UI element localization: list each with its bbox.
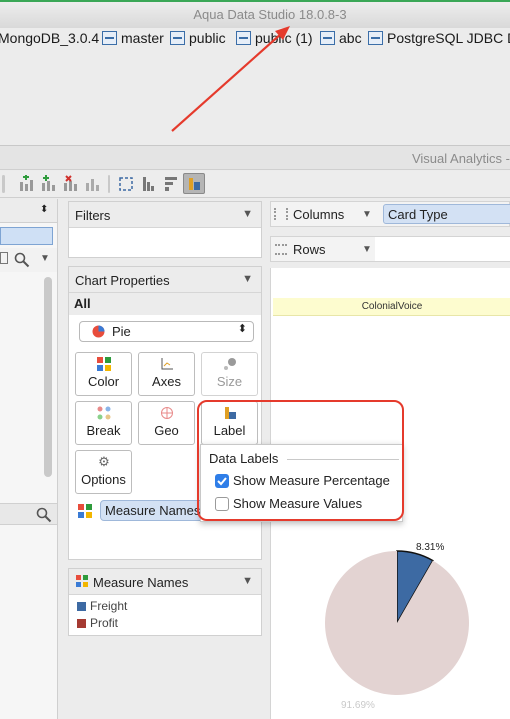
grid-icon[interactable] (0, 252, 8, 264)
slice-label-other: 91.69% (341, 700, 375, 711)
left-panel: ⬍ ▼ (0, 199, 58, 719)
geo-button[interactable]: Geo (138, 401, 195, 445)
left-panel-search-row: ▼ (0, 248, 57, 272)
show-labels-toggle[interactable] (183, 173, 205, 194)
annotation-highlight-box (197, 400, 404, 521)
up-down-icon: ⬍ (237, 323, 247, 335)
chart-properties-title: Chart Properties (75, 273, 170, 288)
legend-header: Measure Names ▼ (69, 569, 261, 595)
options-button[interactable]: ⚙ Options (75, 450, 132, 494)
annotation-arrow (171, 26, 290, 132)
legend-panel: Measure Names ▼ Freight Profit (68, 568, 262, 636)
axes-icon (161, 358, 173, 370)
gear-icon: ⚙ (98, 454, 110, 469)
rows-drop-area[interactable] (375, 237, 510, 261)
filters-title: Filters (75, 208, 111, 223)
chevron-down-icon[interactable]: ▼ (362, 244, 372, 255)
left-panel-selected-field[interactable] (0, 227, 53, 245)
chevron-down-icon[interactable]: ▼ (242, 575, 253, 587)
add-column-icon[interactable] (40, 175, 58, 193)
chevron-down-icon[interactable]: ▼ (362, 209, 372, 220)
toolbar (0, 171, 510, 198)
up-down-icon[interactable]: ⬍ (40, 204, 48, 215)
lasso-select-icon[interactable] (118, 175, 136, 193)
color-palette-icon (97, 357, 111, 371)
pie-chart[interactable]: 8.31% 91.69% (271, 528, 510, 719)
measure-names-pill[interactable]: Measure Names (100, 500, 210, 521)
chart-panel-header: ColonialVoice (273, 298, 510, 316)
scope-label: All (74, 296, 91, 311)
pie-slice-1[interactable] (324, 551, 469, 695)
legend-title: Measure Names (93, 575, 189, 590)
rows-shelf: Rows ▼ (270, 236, 510, 262)
filters-panel: Filters ▼ (68, 201, 262, 258)
chart-type-value: Pie (112, 324, 131, 339)
axes-button[interactable]: Axes (138, 352, 195, 396)
search-icon[interactable] (36, 507, 52, 523)
chart-properties-scope: All (69, 293, 261, 315)
size-icon (224, 358, 236, 370)
globe-icon (161, 407, 173, 419)
size-button[interactable]: Size (201, 352, 258, 396)
toolbar-separator (108, 175, 110, 193)
left-panel-header: ⬍ (0, 199, 57, 223)
columns-label: Columns (293, 207, 345, 222)
chart-properties-header: Chart Properties ▼ (69, 267, 261, 293)
scrollbar-thumb[interactable] (44, 277, 52, 477)
filters-header: Filters ▼ (69, 202, 261, 228)
break-icon (97, 406, 111, 420)
remove-icon[interactable] (62, 175, 80, 193)
pie-chart-icon (92, 325, 105, 338)
color-button[interactable]: Color (75, 352, 132, 396)
card-type-pill[interactable]: Card Type (383, 204, 510, 224)
slice-label-freight: 8.31% (416, 542, 444, 553)
left-panel-search-bar (0, 503, 57, 525)
color-palette-icon (78, 504, 92, 518)
legend-item-freight: Freight (90, 599, 128, 613)
rows-icon (275, 244, 287, 255)
sort-descending-icon[interactable] (162, 175, 180, 193)
color-palette-icon (76, 575, 88, 587)
break-button[interactable]: Break (75, 401, 132, 445)
bar-chart-icon[interactable] (84, 175, 102, 193)
rows-label: Rows (293, 242, 326, 257)
search-icon[interactable] (14, 252, 30, 268)
legend-item-profit: Profit (90, 616, 119, 630)
chevron-down-icon[interactable]: ▼ (242, 273, 253, 285)
columns-shelf: Columns ▼ Card Type (270, 201, 510, 227)
sort-ascending-icon[interactable] (140, 175, 158, 193)
legend-swatch-profit (77, 619, 86, 628)
columns-icon (274, 208, 288, 220)
chevron-down-icon[interactable]: ▼ (242, 208, 253, 220)
chevron-down-icon[interactable]: ▼ (40, 253, 50, 264)
toolbar-separator (2, 175, 5, 193)
chart-type-select[interactable]: Pie ⬍ (79, 321, 254, 342)
add-row-icon[interactable] (18, 175, 36, 193)
legend-swatch-freight (77, 602, 86, 611)
